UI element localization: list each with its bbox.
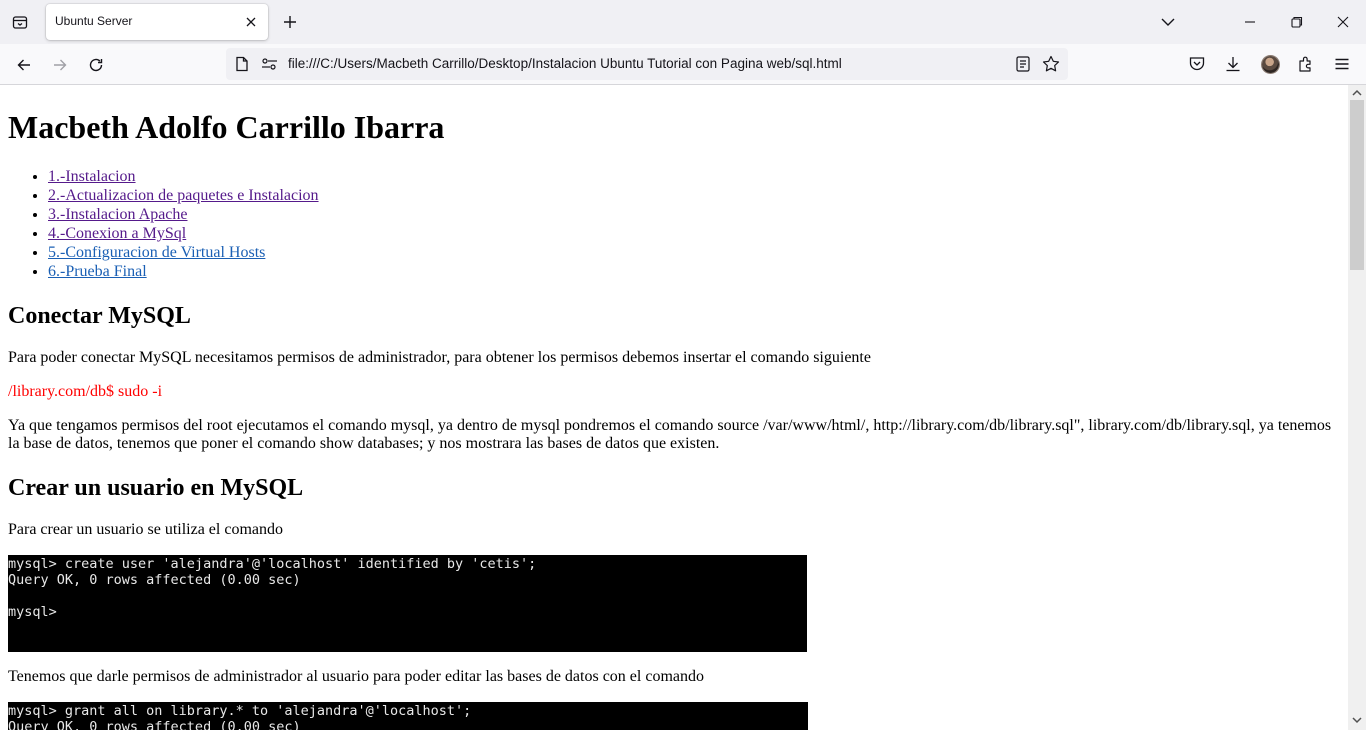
- star-icon[interactable]: [1041, 54, 1061, 74]
- section-intro-conectar: Para poder conectar MySQL necesitamos pe…: [8, 349, 871, 366]
- tab-bar: Ubuntu Server: [0, 0, 1366, 44]
- list-item: 1.-Instalacion: [48, 167, 319, 186]
- plus-icon[interactable]: [278, 8, 302, 36]
- navigation-toolbar: file:///C:/Users/Macbeth Carrillo/Deskto…: [0, 44, 1366, 85]
- grant-permissions-text: Tenemos que darle permisos de administra…: [8, 668, 704, 685]
- arrow-right-icon[interactable]: [45, 50, 75, 80]
- pocket-icon[interactable]: [1185, 52, 1209, 76]
- tab-title: Ubuntu Server: [55, 14, 133, 28]
- scroll-down-icon[interactable]: [1352, 715, 1362, 725]
- url-bar[interactable]: file:///C:/Users/Macbeth Carrillo/Deskto…: [226, 48, 1068, 80]
- nav-link-prueba-final[interactable]: 6.-Prueba Final: [48, 263, 147, 280]
- scrollbar-thumb[interactable]: [1350, 100, 1364, 270]
- puzzle-icon[interactable]: [1294, 52, 1318, 76]
- list-item: 2.-Actualizacion de paquetes e Instalaci…: [48, 186, 319, 205]
- page-title: Macbeth Adolfo Carrillo Ibarra: [8, 109, 445, 145]
- close-window-icon[interactable]: [1327, 6, 1359, 38]
- list-item: 3.-Instalacion Apache: [48, 205, 319, 224]
- list-item: 4.-Conexion a MySql: [48, 224, 319, 243]
- restore-icon[interactable]: [1281, 6, 1313, 38]
- reader-view-icon[interactable]: [1014, 55, 1032, 73]
- nav-link-apache[interactable]: 3.-Instalacion Apache: [48, 206, 188, 223]
- sudo-command: /library.com/db$ sudo -i: [8, 383, 163, 400]
- tab-ubuntu-server[interactable]: Ubuntu Server: [46, 4, 268, 40]
- account-button[interactable]: [1258, 52, 1282, 76]
- section-intro-crear-usuario: Para crear un usuario se utiliza el coma…: [8, 521, 283, 538]
- chevron-down-icon[interactable]: [1152, 6, 1184, 38]
- list-item: 6.-Prueba Final: [48, 262, 319, 281]
- permissions-icon[interactable]: [261, 56, 279, 72]
- minimize-icon[interactable]: [1234, 6, 1266, 38]
- nav-link-instalacion[interactable]: 1.-Instalacion: [48, 168, 136, 185]
- download-icon[interactable]: [1221, 52, 1245, 76]
- page-icon[interactable]: [234, 56, 250, 72]
- nav-link-mysql[interactable]: 4.-Conexion a MySql: [48, 225, 186, 242]
- terminal-screenshot-create-user: mysql> create user 'alejandra'@'localhos…: [8, 555, 807, 652]
- vertical-scrollbar[interactable]: [1348, 85, 1366, 730]
- list-item: 5.-Configuracion de Virtual Hosts: [48, 243, 319, 262]
- section-heading-crear-usuario: Crear un usuario en MySQL: [8, 475, 304, 501]
- tab-list-icon[interactable]: [6, 8, 34, 36]
- url-text[interactable]: file:///C:/Users/Macbeth Carrillo/Deskto…: [288, 56, 842, 71]
- section-body-conectar: Ya que tengamos permisos del root ejecut…: [8, 417, 1332, 452]
- nav-link-virtual-hosts[interactable]: 5.-Configuracion de Virtual Hosts: [48, 244, 265, 261]
- avatar: [1261, 55, 1279, 73]
- table-of-contents: 1.-Instalacion 2.-Actualizacion de paque…: [48, 167, 319, 281]
- scroll-up-icon[interactable]: [1352, 88, 1362, 98]
- hamburger-icon[interactable]: [1330, 52, 1354, 76]
- arrow-left-icon[interactable]: [9, 50, 39, 80]
- section-heading-conectar: Conectar MySQL: [8, 303, 191, 329]
- page-content: Macbeth Adolfo Carrillo Ibarra 1.-Instal…: [0, 85, 1348, 730]
- nav-link-actualizacion[interactable]: 2.-Actualizacion de paquetes e Instalaci…: [48, 187, 319, 204]
- terminal-screenshot-grant: mysql> grant all on library.* to 'alejan…: [8, 702, 808, 730]
- reload-icon[interactable]: [81, 50, 111, 80]
- close-icon[interactable]: [242, 13, 260, 31]
